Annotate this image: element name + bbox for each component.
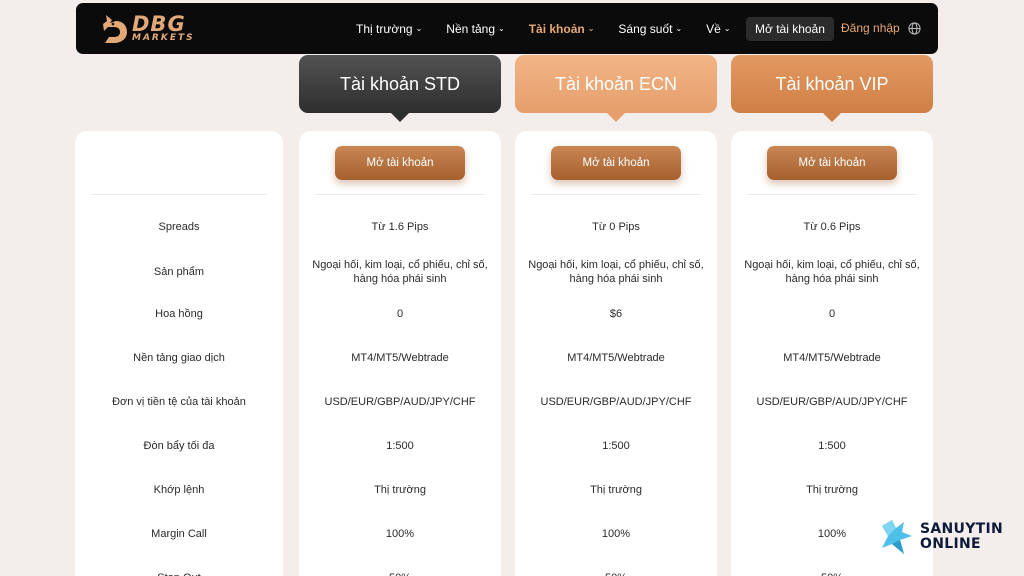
open-account-button[interactable]: Mở tài khoản	[746, 17, 834, 41]
std-margin-call: 100%	[385, 528, 415, 540]
std-stop-out: 50%	[299, 566, 501, 576]
vip-execution: Thị trường	[806, 484, 858, 496]
row-label-leverage: Đòn bẩy tối đa	[143, 440, 215, 452]
vip-platform: MT4/MT5/Webtrade	[783, 352, 881, 364]
feature-labels-card: Spreads Sản phẩm Hoa hồng Nền tảng giao …	[75, 131, 283, 576]
vip-spreads: Từ 0.6 Pips	[803, 221, 861, 233]
main-menu: Thị trường ⌄ Nền tảng ⌄ Tài khoản ⌄ Sáng…	[356, 3, 755, 54]
chevron-down-icon: ⌄	[675, 24, 683, 33]
chevron-down-icon: ⌄	[587, 24, 595, 33]
ecn-platform: MT4/MT5/Webtrade	[567, 352, 665, 364]
wolf-logo-icon	[882, 520, 912, 554]
login-link[interactable]: Đăng nhập	[841, 21, 900, 35]
std-execution: Thị trường	[374, 484, 426, 496]
std-platform: MT4/MT5/Webtrade	[351, 352, 449, 364]
account-card-ecn: Mở tài khoản Từ 0 Pips Ngoại hối, kim lo…	[515, 131, 717, 576]
row-label-currency: Đơn vị tiền tệ của tài khoản	[112, 396, 246, 408]
nav-item-label: Về	[706, 21, 721, 36]
nav-item-label: Sáng suốt	[618, 21, 673, 36]
row-label-commission: Hoa hồng	[155, 308, 203, 320]
globe-icon[interactable]	[908, 22, 921, 35]
std-commission: 0	[396, 308, 404, 320]
row-label-execution: Khớp lệnh	[153, 484, 205, 496]
open-account-std-button[interactable]: Mở tài khoản	[335, 146, 465, 180]
nav-item-label: Thị trường	[356, 21, 413, 36]
chevron-down-icon: ⌄	[415, 24, 423, 33]
ecn-margin-call: 100%	[601, 528, 631, 540]
ecn-currency: USD/EUR/GBP/AUD/JPY/CHF	[540, 396, 692, 408]
dragon-logo-icon	[103, 15, 127, 43]
tab-account-vip[interactable]: Tài khoản VIP	[731, 55, 933, 113]
ecn-execution: Thị trường	[590, 484, 642, 496]
nav-item-sang-suot[interactable]: Sáng suốt ⌄	[618, 22, 682, 36]
row-label-platform: Nền tảng giao dịch	[133, 352, 225, 364]
watermark-line-2: ONLINE	[920, 536, 981, 552]
watermark: SANUYTIN ONLINE	[880, 518, 1003, 556]
ecn-products: Ngoại hối, kim loại, cổ phiếu, chỉ số, h…	[528, 259, 704, 285]
ecn-commission: $6	[609, 308, 623, 320]
ecn-spreads: Từ 0 Pips	[592, 221, 640, 233]
logo-sub-text: MARKETS	[132, 32, 195, 43]
chevron-down-icon: ⌄	[723, 24, 731, 33]
nav-item-thi-truong[interactable]: Thị trường ⌄	[356, 22, 422, 36]
vip-leverage: 1:500	[818, 440, 846, 452]
vip-commission: 0	[828, 308, 836, 320]
nav-item-tai-khoan[interactable]: Tài khoản ⌄	[529, 22, 595, 36]
std-spreads: Từ 1.6 Pips	[371, 221, 429, 233]
watermark-line-1: SANUYTIN	[920, 521, 1004, 537]
nav-item-label: Nền tảng	[446, 21, 495, 36]
tab-account-std[interactable]: Tài khoản STD	[299, 55, 501, 113]
divider	[747, 194, 917, 195]
ecn-stop-out: 50%	[515, 566, 717, 576]
divider	[91, 194, 267, 195]
open-account-vip-button[interactable]: Mở tài khoản	[767, 146, 897, 180]
std-currency: USD/EUR/GBP/AUD/JPY/CHF	[324, 396, 476, 408]
divider	[315, 194, 485, 195]
row-label-spreads: Spreads	[158, 221, 200, 233]
vip-products: Ngoại hối, kim loại, cổ phiếu, chỉ số, h…	[744, 259, 920, 285]
nav-item-label: Tài khoản	[528, 21, 585, 36]
vip-stop-out: 50%	[731, 566, 933, 576]
account-card-std: Mở tài khoản Từ 1.6 Pips Ngoại hối, kim …	[299, 131, 501, 576]
account-card-vip: Mở tài khoản Từ 0.6 Pips Ngoại hối, kim …	[731, 131, 933, 576]
row-label-stop-out: Stop Out	[75, 566, 283, 576]
std-leverage: 1:500	[386, 440, 414, 452]
open-account-ecn-button[interactable]: Mở tài khoản	[551, 146, 681, 180]
chevron-down-icon: ⌄	[498, 24, 505, 33]
tab-account-ecn[interactable]: Tài khoản ECN	[515, 55, 717, 113]
nav-item-ve[interactable]: Về ⌄	[706, 22, 730, 36]
vip-currency: USD/EUR/GBP/AUD/JPY/CHF	[756, 396, 908, 408]
divider	[531, 194, 701, 195]
row-label-products: Sản phẩm	[153, 266, 205, 278]
logo-main-text: DBG	[132, 11, 186, 36]
nav-item-nen-tang[interactable]: Nền tảng ⌄	[446, 22, 504, 36]
brand-logo[interactable]: DBG MARKETS	[100, 12, 195, 44]
std-products: Ngoại hối, kim loại, cổ phiếu, chỉ số, h…	[312, 259, 488, 285]
ecn-leverage: 1:500	[602, 440, 630, 452]
top-navbar: DBG MARKETS Thị trường ⌄ Nền tảng ⌄ Tài …	[76, 3, 938, 54]
row-label-margin-call: Margin Call	[151, 528, 207, 540]
